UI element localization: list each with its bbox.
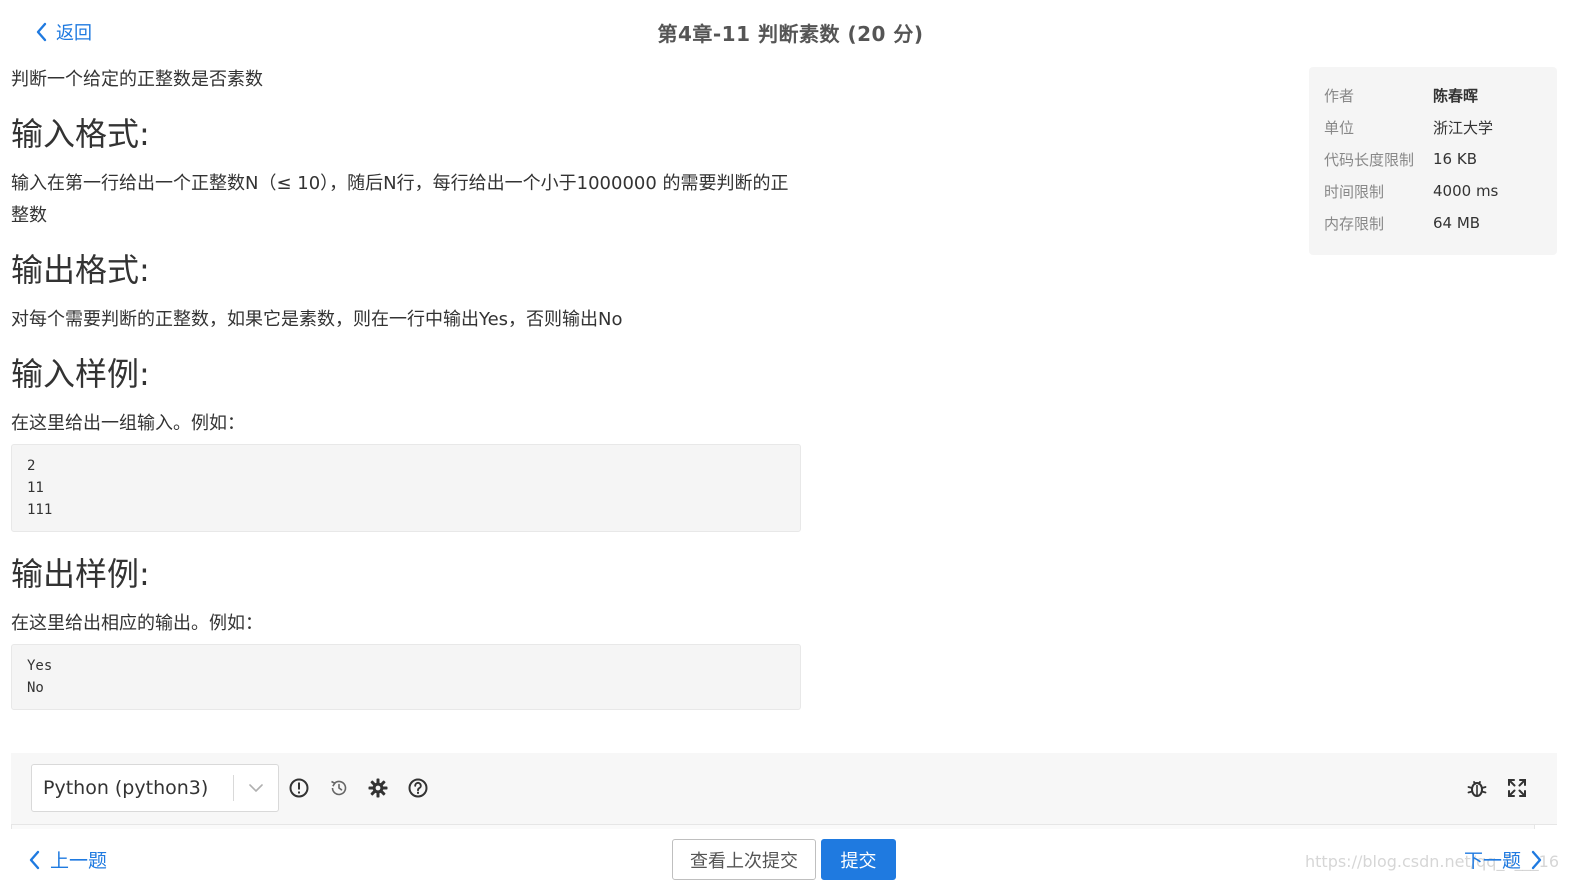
info-icon[interactable] <box>287 776 311 800</box>
sample-output-heading: 输出样例: <box>11 555 150 593</box>
code-line: 111 <box>27 502 53 518</box>
help-icon[interactable] <box>406 776 430 800</box>
page-title: 第4章-11 判断素数 (20 分) <box>657 22 924 46</box>
problem-meta-panel: 作者 陈春晖 单位 浙江大学 代码长度限制 16 KB 时间限制 4000 ms… <box>1309 67 1557 255</box>
code-line: No <box>27 680 44 696</box>
meta-row-author: 作者 陈春晖 <box>1324 79 1542 111</box>
next-problem-label: 下一题 <box>1463 850 1521 872</box>
meta-value: 陈春晖 <box>1433 86 1479 105</box>
problem-description: 判断一个给定的正整数是否素数 <box>11 69 263 90</box>
meta-value: 16 KB <box>1433 150 1477 168</box>
prev-problem-link[interactable]: 上一题 <box>28 846 107 873</box>
input-format-text: 输入在第一行给出一个正整数N（≤ 10），随后N行，每行给出一个小于100000… <box>11 173 789 226</box>
submit-button[interactable]: 提交 <box>821 839 896 880</box>
output-format-heading: 输出格式: <box>11 251 150 289</box>
next-problem-link[interactable]: 下一题 <box>1464 846 1543 873</box>
prev-problem-label: 上一题 <box>50 850 108 872</box>
sample-output-intro: 在这里给出相应的输出。例如： <box>11 613 263 634</box>
sample-input-code[interactable]: 2 11 111 <box>11 444 801 532</box>
input-format-heading: 输入格式: <box>11 115 150 153</box>
sample-input-intro: 在这里给出一组输入。例如： <box>11 413 245 434</box>
meta-value: 浙江大学 <box>1433 118 1494 137</box>
language-selected-value: Python (python3) <box>43 777 209 799</box>
meta-row-code-limit: 代码长度限制 16 KB <box>1324 143 1542 175</box>
meta-key: 代码长度限制 <box>1324 150 1415 169</box>
code-line: 2 <box>27 458 36 474</box>
meta-key: 单位 <box>1324 118 1355 137</box>
settings-icon[interactable] <box>366 776 390 800</box>
meta-row-time-limit: 时间限制 4000 ms <box>1324 175 1542 207</box>
editor-toolbar: Python (python3) <box>11 753 1557 825</box>
chevron-down-icon[interactable] <box>234 783 278 793</box>
sample-input-heading: 输入样例: <box>11 355 150 393</box>
sample-output-code[interactable]: Yes No <box>11 644 801 710</box>
code-line: 11 <box>27 480 44 496</box>
meta-row-memory-limit: 内存限制 64 MB <box>1324 207 1542 239</box>
meta-value: 64 MB <box>1433 214 1481 232</box>
chevron-left-icon <box>29 850 40 869</box>
view-last-submission-button[interactable]: 查看上次提交 <box>672 839 816 880</box>
language-select[interactable]: Python (python3) <box>31 764 279 812</box>
code-line: Yes <box>27 658 53 674</box>
code-editor-area[interactable] <box>11 825 1535 829</box>
problem-content: 判断一个给定的正整数是否素数 输入格式: 输入在第一行给出一个正整数N（≤ 10… <box>11 64 801 710</box>
chevron-right-icon <box>1531 850 1542 869</box>
meta-key: 作者 <box>1324 86 1355 105</box>
meta-key: 时间限制 <box>1324 182 1385 201</box>
meta-key: 内存限制 <box>1324 214 1385 233</box>
output-format-text: 对每个需要判断的正整数，如果它是素数，则在一行中输出Yes，否则输出No <box>11 309 623 330</box>
meta-row-organization: 单位 浙江大学 <box>1324 111 1542 143</box>
meta-value: 4000 ms <box>1433 182 1499 200</box>
fullscreen-icon[interactable] <box>1505 776 1529 800</box>
debug-icon[interactable] <box>1465 776 1489 800</box>
history-icon[interactable] <box>327 776 351 800</box>
